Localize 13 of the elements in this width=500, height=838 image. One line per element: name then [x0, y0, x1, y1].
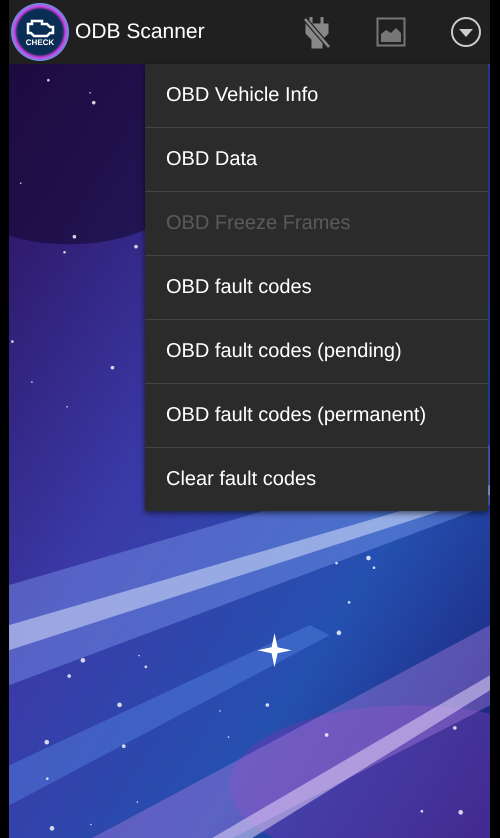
- menu-item[interactable]: OBD fault codes: [145, 255, 488, 319]
- logo-text: CHECK: [26, 38, 54, 46]
- dropdown-icon[interactable]: [450, 16, 482, 48]
- menu-item[interactable]: OBD fault codes (permanent): [145, 383, 488, 447]
- app-title: ODB Scanner: [75, 20, 205, 44]
- menu-item[interactable]: OBD Vehicle Info: [145, 64, 488, 127]
- unplugged-icon[interactable]: [302, 15, 332, 49]
- menu-item[interactable]: OBD Data: [145, 127, 488, 191]
- menu-item[interactable]: Clear fault codes: [145, 447, 488, 511]
- check-engine-logo[interactable]: CHECK: [11, 3, 69, 61]
- engine-icon: [25, 18, 55, 38]
- image-icon[interactable]: [376, 17, 406, 47]
- menu-item[interactable]: OBD fault codes (pending): [145, 319, 488, 383]
